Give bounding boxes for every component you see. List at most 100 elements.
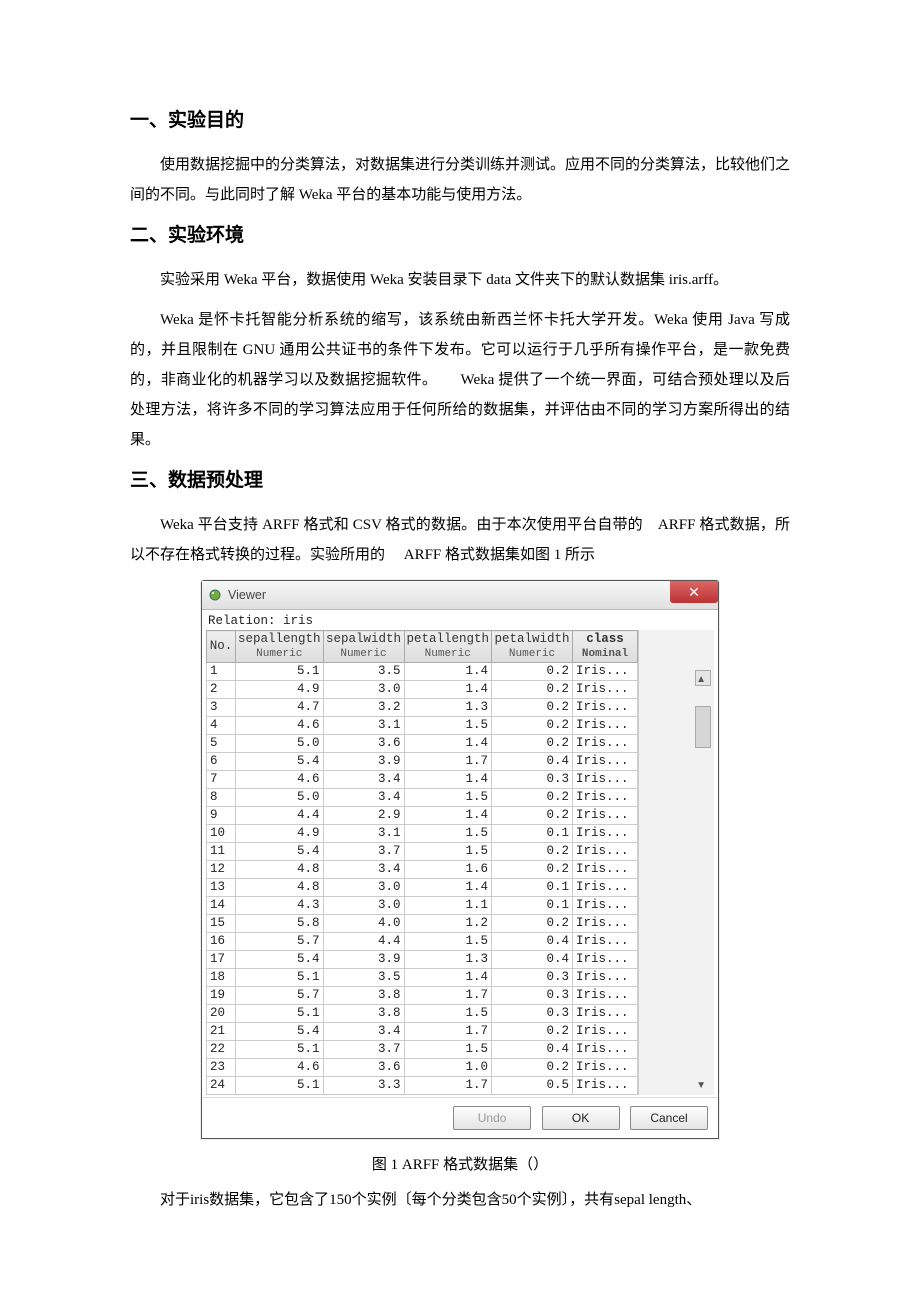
cell-petallength[interactable]: 1.5: [404, 1041, 492, 1059]
cell-sepallength[interactable]: 5.1: [236, 663, 324, 681]
cell-sepallength[interactable]: 5.0: [236, 789, 324, 807]
cell-petallength[interactable]: 1.4: [404, 969, 492, 987]
cell-petallength[interactable]: 1.5: [404, 843, 492, 861]
col-sepallength-header[interactable]: sepallengthNumeric: [236, 631, 324, 663]
cell-no[interactable]: 3: [207, 699, 236, 717]
scrollbar[interactable]: ▲ ▼: [638, 630, 714, 1095]
cell-petalwidth[interactable]: 0.1: [492, 897, 573, 915]
cell-class[interactable]: Iris...: [573, 1077, 638, 1095]
table-row[interactable]: 124.83.41.60.2Iris...: [207, 861, 638, 879]
cell-no[interactable]: 21: [207, 1023, 236, 1041]
cell-no[interactable]: 6: [207, 753, 236, 771]
cell-sepallength[interactable]: 4.7: [236, 699, 324, 717]
cell-class[interactable]: Iris...: [573, 753, 638, 771]
cell-class[interactable]: Iris...: [573, 1059, 638, 1077]
cell-petalwidth[interactable]: 0.2: [492, 1023, 573, 1041]
cell-no[interactable]: 9: [207, 807, 236, 825]
cell-sepalwidth[interactable]: 3.8: [323, 987, 404, 1005]
cell-sepalwidth[interactable]: 3.7: [323, 1041, 404, 1059]
cell-petallength[interactable]: 1.7: [404, 753, 492, 771]
cell-sepallength[interactable]: 4.6: [236, 771, 324, 789]
table-row[interactable]: 185.13.51.40.3Iris...: [207, 969, 638, 987]
cell-petallength[interactable]: 1.0: [404, 1059, 492, 1077]
cell-petallength[interactable]: 1.5: [404, 789, 492, 807]
cell-sepallength[interactable]: 4.6: [236, 1059, 324, 1077]
cell-petalwidth[interactable]: 0.2: [492, 789, 573, 807]
cell-petallength[interactable]: 1.7: [404, 987, 492, 1005]
col-sepalwidth-header[interactable]: sepalwidthNumeric: [323, 631, 404, 663]
cell-class[interactable]: Iris...: [573, 951, 638, 969]
cell-class[interactable]: Iris...: [573, 915, 638, 933]
cell-class[interactable]: Iris...: [573, 879, 638, 897]
table-row[interactable]: 234.63.61.00.2Iris...: [207, 1059, 638, 1077]
cell-no[interactable]: 23: [207, 1059, 236, 1077]
cell-petalwidth[interactable]: 0.4: [492, 951, 573, 969]
cell-sepallength[interactable]: 5.1: [236, 1041, 324, 1059]
table-row[interactable]: 245.13.31.70.5Iris...: [207, 1077, 638, 1095]
table-row[interactable]: 155.84.01.20.2Iris...: [207, 915, 638, 933]
cell-no[interactable]: 14: [207, 897, 236, 915]
cell-petallength[interactable]: 1.3: [404, 699, 492, 717]
col-petalwidth-header[interactable]: petalwidthNumeric: [492, 631, 573, 663]
cell-no[interactable]: 11: [207, 843, 236, 861]
cell-petalwidth[interactable]: 0.1: [492, 879, 573, 897]
cell-sepallength[interactable]: 5.4: [236, 951, 324, 969]
cell-petalwidth[interactable]: 0.2: [492, 807, 573, 825]
cell-sepallength[interactable]: 5.7: [236, 987, 324, 1005]
cell-petallength[interactable]: 1.1: [404, 897, 492, 915]
cell-sepallength[interactable]: 4.8: [236, 879, 324, 897]
table-row[interactable]: 44.63.11.50.2Iris...: [207, 717, 638, 735]
cell-sepallength[interactable]: 5.0: [236, 735, 324, 753]
cell-sepallength[interactable]: 5.1: [236, 969, 324, 987]
table-row[interactable]: 195.73.81.70.3Iris...: [207, 987, 638, 1005]
cell-petalwidth[interactable]: 0.2: [492, 861, 573, 879]
cell-sepalwidth[interactable]: 3.9: [323, 951, 404, 969]
cell-petallength[interactable]: 1.4: [404, 735, 492, 753]
cell-no[interactable]: 8: [207, 789, 236, 807]
table-row[interactable]: 15.13.51.40.2Iris...: [207, 663, 638, 681]
cell-petallength[interactable]: 1.5: [404, 933, 492, 951]
cell-class[interactable]: Iris...: [573, 1005, 638, 1023]
cell-petalwidth[interactable]: 0.4: [492, 1041, 573, 1059]
cell-class[interactable]: Iris...: [573, 843, 638, 861]
cell-class[interactable]: Iris...: [573, 681, 638, 699]
cell-petalwidth[interactable]: 0.2: [492, 663, 573, 681]
cell-class[interactable]: Iris...: [573, 897, 638, 915]
cell-no[interactable]: 22: [207, 1041, 236, 1059]
cell-sepallength[interactable]: 5.4: [236, 753, 324, 771]
cell-petallength[interactable]: 1.5: [404, 1005, 492, 1023]
cell-petallength[interactable]: 1.3: [404, 951, 492, 969]
cancel-button[interactable]: Cancel: [630, 1106, 708, 1130]
cell-sepalwidth[interactable]: 3.9: [323, 753, 404, 771]
cell-petalwidth[interactable]: 0.3: [492, 987, 573, 1005]
table-row[interactable]: 225.13.71.50.4Iris...: [207, 1041, 638, 1059]
cell-petalwidth[interactable]: 0.2: [492, 735, 573, 753]
cell-no[interactable]: 7: [207, 771, 236, 789]
table-row[interactable]: 215.43.41.70.2Iris...: [207, 1023, 638, 1041]
table-row[interactable]: 205.13.81.50.3Iris...: [207, 1005, 638, 1023]
cell-sepallength[interactable]: 5.4: [236, 843, 324, 861]
cell-sepallength[interactable]: 4.4: [236, 807, 324, 825]
cell-no[interactable]: 18: [207, 969, 236, 987]
cell-petallength[interactable]: 1.7: [404, 1077, 492, 1095]
cell-sepallength[interactable]: 4.6: [236, 717, 324, 735]
cell-sepallength[interactable]: 5.4: [236, 1023, 324, 1041]
cell-no[interactable]: 17: [207, 951, 236, 969]
table-row[interactable]: 74.63.41.40.3Iris...: [207, 771, 638, 789]
cell-class[interactable]: Iris...: [573, 699, 638, 717]
cell-petalwidth[interactable]: 0.3: [492, 771, 573, 789]
cell-class[interactable]: Iris...: [573, 735, 638, 753]
cell-no[interactable]: 16: [207, 933, 236, 951]
cell-sepalwidth[interactable]: 3.6: [323, 1059, 404, 1077]
cell-class[interactable]: Iris...: [573, 933, 638, 951]
cell-petallength[interactable]: 1.6: [404, 861, 492, 879]
cell-class[interactable]: Iris...: [573, 717, 638, 735]
cell-sepallength[interactable]: 5.1: [236, 1077, 324, 1095]
table-row[interactable]: 175.43.91.30.4Iris...: [207, 951, 638, 969]
cell-sepalwidth[interactable]: 3.8: [323, 1005, 404, 1023]
cell-sepallength[interactable]: 5.8: [236, 915, 324, 933]
cell-petalwidth[interactable]: 0.2: [492, 681, 573, 699]
cell-petalwidth[interactable]: 0.2: [492, 915, 573, 933]
cell-class[interactable]: Iris...: [573, 987, 638, 1005]
cell-sepallength[interactable]: 5.1: [236, 1005, 324, 1023]
